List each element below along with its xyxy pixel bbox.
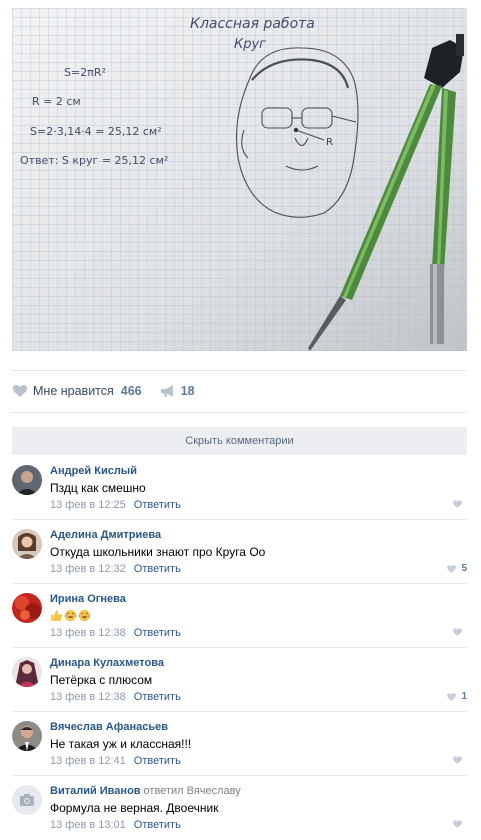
comment-item: Андрей Кислый Пздц как смешно 13 фев в 1… (12, 456, 467, 520)
avatar[interactable] (12, 593, 42, 623)
post-actions: Мне нравится 466 18 (12, 377, 195, 405)
thumbs-up-emoji (50, 609, 63, 622)
comment-like-button[interactable] (452, 819, 467, 829)
comment-author[interactable]: Виталий Иванов (50, 785, 141, 797)
avatar[interactable] (12, 721, 42, 751)
reply-link[interactable]: Ответить (134, 563, 181, 575)
heart-icon (446, 692, 457, 702)
share-count: 18 (180, 384, 195, 398)
comment-item: Виталий Иванов ответил Вячеславу Формула … (12, 776, 467, 840)
comment-time[interactable]: 13 фев в 12:25 (50, 499, 126, 511)
comment-author[interactable]: Вячеслав Афанасьев (50, 721, 168, 733)
reply-link[interactable]: Ответить (134, 819, 181, 831)
comment-text (50, 609, 92, 623)
comment-like-button[interactable] (452, 755, 467, 765)
comment-text: Петёрка с плюсом (50, 673, 153, 687)
comment-like-count: 1 (461, 691, 467, 702)
hide-comments-button[interactable]: Скрыть комментарии (12, 427, 467, 455)
comment-like-button[interactable] (452, 627, 467, 637)
avatar[interactable] (12, 657, 42, 687)
comment-author[interactable]: Аделина Дмитриева (50, 529, 161, 541)
laughing-emoji (64, 609, 77, 622)
comment-like-button[interactable]: 5 (446, 563, 467, 574)
heart-icon (452, 499, 463, 509)
avatar[interactable] (12, 529, 42, 559)
comment-author[interactable]: Андрей Кислый (50, 465, 137, 477)
comment-text: Откуда школьники знают про Круга Оо (50, 545, 266, 559)
reply-link[interactable]: Ответить (134, 499, 181, 511)
share-icon (160, 383, 176, 399)
share-button[interactable]: 18 (160, 383, 195, 399)
comment-text: Пздц как смешно (50, 481, 146, 495)
replied-to[interactable]: ответил Вячеславу (144, 785, 241, 797)
comment-like-button[interactable]: 1 (446, 691, 467, 702)
post-photo[interactable]: R Классная работа Круг S=2πR² R = 2 см S… (12, 8, 467, 351)
heart-icon (452, 755, 463, 765)
photo-radius: R = 2 см (32, 95, 81, 108)
comment-item: Ирина Огнева 13 фев в 12:38 Ответить (12, 584, 467, 648)
laughing-emoji (78, 609, 91, 622)
comment-author[interactable]: Динара Кулахметова (50, 657, 164, 669)
photo-calc: S=2·3,14·4 = 25,12 см² (30, 125, 162, 138)
face-radius-label: R (326, 137, 333, 148)
heart-icon (452, 819, 463, 829)
heart-icon (452, 627, 463, 637)
like-button[interactable]: Мне нравится 466 (12, 383, 142, 399)
heart-icon (446, 564, 457, 574)
photo-formula: S=2πR² (64, 66, 106, 79)
reply-link[interactable]: Ответить (134, 627, 181, 639)
like-label: Мне нравится (33, 384, 114, 398)
heart-icon (12, 383, 28, 399)
comment-time[interactable]: 13 фев в 13:01 (50, 819, 126, 831)
reply-link[interactable]: Ответить (134, 755, 181, 767)
comment-text: Формула не верная. Двоечник (50, 801, 219, 815)
comment-text: Не такая уж и классная!!! (50, 737, 192, 751)
comment-item: Вячеслав Афанасьев Не такая уж и классна… (12, 712, 467, 776)
photo-title-line2: Круг (234, 37, 266, 52)
comment-item: Динара Кулахметова Петёрка с плюсом 13 ф… (12, 648, 467, 712)
divider (12, 412, 467, 413)
like-count: 466 (120, 384, 142, 398)
comment-like-count: 5 (461, 563, 467, 574)
comment-item: Аделина Дмитриева Откуда школьники знают… (12, 520, 467, 584)
divider (12, 370, 467, 371)
comment-time[interactable]: 13 фев в 12:38 (50, 691, 126, 703)
comment-author[interactable]: Ирина Огнева (50, 593, 126, 605)
avatar[interactable] (12, 785, 42, 815)
comment-like-button[interactable] (452, 499, 467, 509)
photo-answer: Ответ: S круг = 25,12 см² (20, 154, 168, 167)
avatar[interactable] (12, 465, 42, 495)
comments-list: Андрей Кислый Пздц как смешно 13 фев в 1… (12, 456, 467, 840)
comment-time[interactable]: 13 фев в 12:38 (50, 627, 126, 639)
reply-link[interactable]: Ответить (134, 691, 181, 703)
comment-time[interactable]: 13 фев в 12:41 (50, 755, 126, 767)
photo-title-line1: Классная работа (190, 16, 315, 32)
comment-time[interactable]: 13 фев в 12:32 (50, 563, 126, 575)
